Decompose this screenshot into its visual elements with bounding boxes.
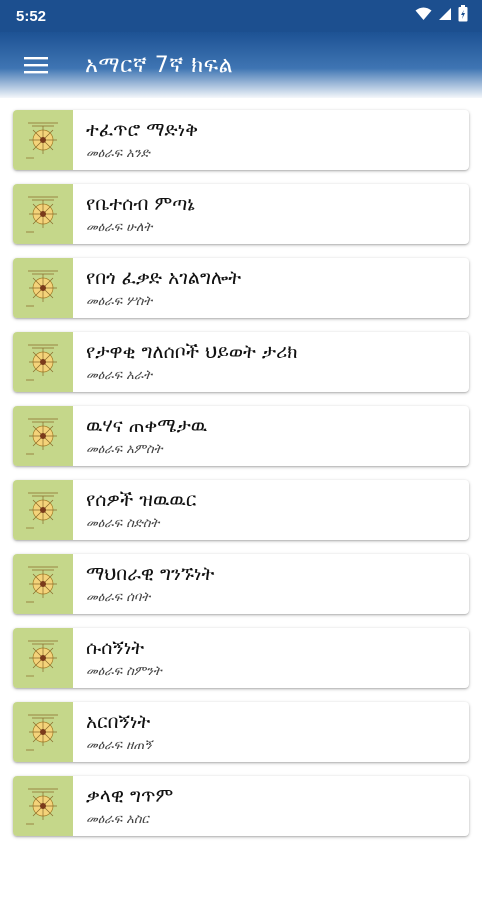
page-title: አማርኛ 7ኛ ክፍል: [85, 52, 234, 78]
lesson-thumbnail-icon: [13, 406, 73, 466]
lesson-title: የሰዎች ዝዉዉር: [86, 488, 197, 511]
lesson-subtitle: መዕራፍ አንድ: [86, 145, 150, 161]
lesson-card-3[interactable]: የበጎ ፈቃድ አገልግሎት መዕራፍ ሦስት: [13, 258, 469, 318]
lesson-card-8[interactable]: ሱሰኝነት መዕራፍ ስምንት: [13, 628, 469, 688]
status-time: 5:52: [16, 7, 47, 25]
menu-button[interactable]: [22, 53, 50, 77]
lesson-title: አርበኝነት: [86, 710, 151, 733]
lesson-subtitle: መዕራፍ ሰባት: [86, 589, 151, 605]
lesson-subtitle: መዕራፍ አስር: [86, 811, 149, 827]
lesson-card-1[interactable]: ተፈጥሮ ማድነቅ መዕራፍ አንድ: [13, 110, 469, 170]
lesson-title: ሱሰኝነት: [86, 636, 145, 659]
lesson-card-6[interactable]: የሰዎች ዝዉዉር መዕራፍ ስድስት: [13, 480, 469, 540]
menu-icon: [24, 57, 48, 74]
lesson-thumbnail-icon: [13, 480, 73, 540]
lesson-card-2[interactable]: የቤተሰብ ምጣኔ መዕራፍ ሁለት: [13, 184, 469, 244]
app-bar: አማርኛ 7ኛ ክፍል: [0, 32, 482, 98]
lesson-thumbnail-icon: [13, 110, 73, 170]
lesson-title: ተፈጥሮ ማድነቅ: [86, 118, 198, 141]
lesson-card-7[interactable]: ማህበራዊ ግንኙነት መዕራፍ ሰባት: [13, 554, 469, 614]
lesson-subtitle: መዕራፍ ስምንት: [86, 663, 162, 679]
lesson-title: ቃላዊ ግጥም: [86, 784, 174, 807]
lesson-title: ማህበራዊ ግንኙነት: [86, 562, 215, 585]
lesson-subtitle: መዕራፍ ዘጠኝ: [86, 737, 152, 753]
status-icons: [415, 5, 468, 27]
lesson-card-9[interactable]: አርበኝነት መዕራፍ ዘጠኝ: [13, 702, 469, 762]
lesson-thumbnail-icon: [13, 554, 73, 614]
lesson-subtitle: መዕራፍ አምስት: [86, 441, 163, 457]
lesson-thumbnail-icon: [13, 332, 73, 392]
lesson-thumbnail-icon: [13, 702, 73, 762]
status-bar: 5:52: [0, 0, 482, 32]
lesson-card-4[interactable]: የታዋቂ ግለሰቦች ህይወት ታሪክ መዕራፍ አራት: [13, 332, 469, 392]
battery-icon: [458, 5, 468, 27]
lesson-subtitle: መዕራፍ ሦስት: [86, 293, 153, 309]
lesson-subtitle: መዕራፍ አራት: [86, 367, 153, 383]
lesson-thumbnail-icon: [13, 184, 73, 244]
lesson-thumbnail-icon: [13, 628, 73, 688]
lesson-title: የታዋቂ ግለሰቦች ህይወት ታሪክ: [86, 340, 298, 363]
lesson-card-10[interactable]: ቃላዊ ግጥም መዕራፍ አስር: [13, 776, 469, 836]
lesson-title: የቤተሰብ ምጣኔ: [86, 192, 195, 215]
signal-icon: [438, 7, 452, 26]
lesson-subtitle: መዕራፍ ስድስት: [86, 515, 160, 531]
lesson-thumbnail-icon: [13, 258, 73, 318]
lesson-title: የበጎ ፈቃድ አገልግሎት: [86, 266, 242, 289]
lesson-subtitle: መዕራፍ ሁለት: [86, 219, 153, 235]
wifi-icon: [415, 7, 432, 26]
lesson-title: ዉሃና ጠቀሜታዉ: [86, 414, 208, 437]
lesson-card-5[interactable]: ዉሃና ጠቀሜታዉ መዕራፍ አምስት: [13, 406, 469, 466]
lesson-thumbnail-icon: [13, 776, 73, 836]
